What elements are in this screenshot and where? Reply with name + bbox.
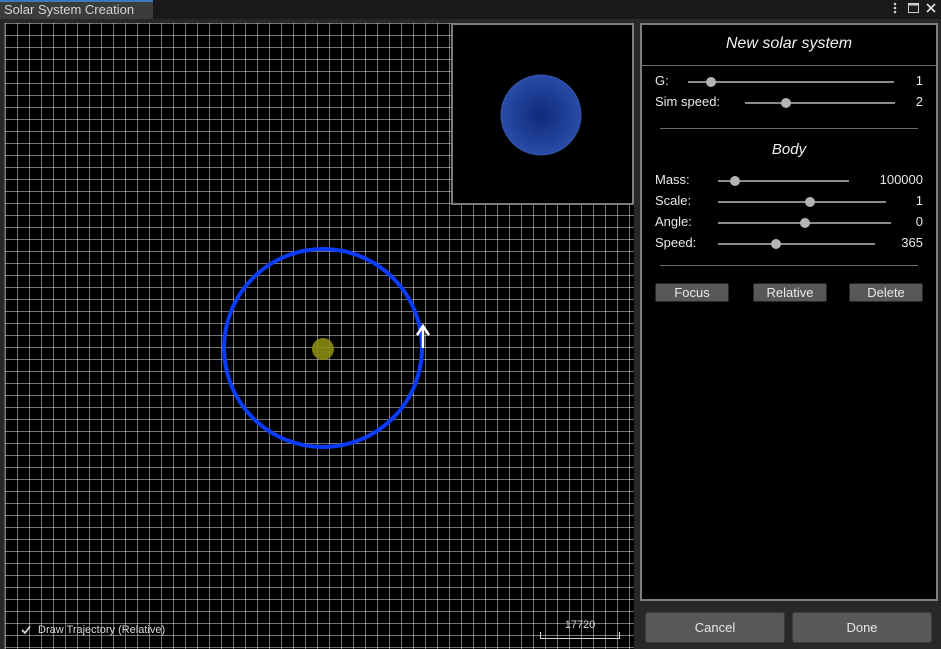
title-bar: Solar System Creation xyxy=(0,0,941,19)
angle-row: Angle: 0 xyxy=(655,214,923,232)
g-label: G: xyxy=(655,73,669,88)
scale-ruler xyxy=(540,632,620,639)
sim-speed-row: Sim speed: 2 xyxy=(655,94,923,112)
window-controls xyxy=(889,1,937,15)
angle-slider[interactable] xyxy=(718,218,891,228)
g-slider[interactable] xyxy=(688,77,894,87)
body-preview-canvas xyxy=(500,74,582,156)
mass-slider-thumb[interactable] xyxy=(730,176,741,186)
window-tab[interactable]: Solar System Creation xyxy=(0,0,153,19)
checkmark-icon[interactable] xyxy=(19,623,32,636)
g-value: 1 xyxy=(915,73,923,88)
scale-slider[interactable] xyxy=(718,197,886,207)
g-slider-thumb[interactable] xyxy=(705,77,716,87)
scale-label: Scale: xyxy=(655,193,692,208)
scale-slider-thumb[interactable] xyxy=(805,197,816,207)
panel-title: New solar system xyxy=(725,35,853,52)
relative-button[interactable]: Relative xyxy=(753,283,827,302)
body-preview xyxy=(451,23,634,205)
g-row: G: 1 xyxy=(655,73,923,91)
sim-speed-value: 2 xyxy=(915,94,923,109)
sim-speed-slider[interactable] xyxy=(745,98,895,108)
mass-label: Mass: xyxy=(655,172,690,187)
speed-label: Speed: xyxy=(655,235,697,250)
angle-label: Angle: xyxy=(655,214,692,229)
divider xyxy=(660,265,918,266)
done-button[interactable]: Done xyxy=(792,612,932,643)
mass-slider[interactable] xyxy=(718,176,849,186)
delete-button[interactable]: Delete xyxy=(849,283,923,302)
more-vertical-icon[interactable] xyxy=(889,1,901,15)
sim-speed-slider-thumb[interactable] xyxy=(780,98,791,108)
sim-speed-label: Sim speed: xyxy=(655,94,721,109)
speed-row: Speed: 365 xyxy=(655,235,923,253)
inspector-panel: New solar system G: 1 Sim speed: 2 Body … xyxy=(640,23,938,601)
simulation-viewport[interactable]: Draw Trajectory (Relative) 17720 xyxy=(4,23,634,649)
angle-value: 0 xyxy=(915,214,923,229)
divider xyxy=(660,128,918,129)
scale-bar: 17720 xyxy=(540,619,620,639)
cancel-button[interactable]: Cancel xyxy=(645,612,785,643)
focus-button[interactable]: Focus xyxy=(655,283,729,302)
angle-slider-thumb[interactable] xyxy=(799,218,810,228)
draw-trajectory-label: Draw Trajectory (Relative) xyxy=(38,623,166,636)
scale-row: Scale: 1 xyxy=(655,193,923,211)
maximize-icon[interactable] xyxy=(907,1,919,15)
planet-preview xyxy=(500,74,582,156)
mass-value: 100000 xyxy=(879,172,923,187)
mass-row: Mass: 100000 xyxy=(655,172,923,190)
body-section-title: Body xyxy=(771,141,807,158)
divider xyxy=(642,65,936,66)
window-tab-title: Solar System Creation xyxy=(4,2,135,17)
speed-slider[interactable] xyxy=(718,239,875,249)
scale-value: 17720 xyxy=(564,619,596,631)
speed-value: 365 xyxy=(901,235,923,250)
speed-slider-thumb[interactable] xyxy=(771,239,782,249)
scale-value-text: 1 xyxy=(915,193,923,208)
star-body xyxy=(312,338,334,360)
draw-trajectory-toggle[interactable]: Draw Trajectory (Relative) xyxy=(19,623,165,636)
close-icon[interactable] xyxy=(925,1,937,15)
